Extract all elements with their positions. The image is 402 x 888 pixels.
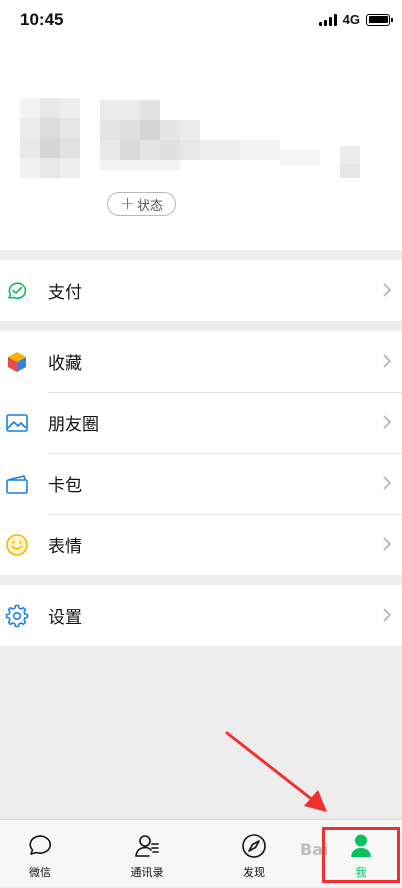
chevron-right-icon <box>383 608 392 622</box>
pay-icon <box>8 282 27 299</box>
menu-item-stickers[interactable]: 表情 <box>0 514 402 575</box>
menu-item-cards[interactable]: 卡包 <box>0 453 402 514</box>
menu-item-favorites[interactable]: 收藏 <box>0 331 402 392</box>
menu-item-pay[interactable]: 支付 <box>0 260 402 321</box>
profile-header[interactable]: + 状态 <box>0 44 402 250</box>
menu-item-label: 表情 <box>48 537 82 557</box>
chevron-right-icon <box>383 283 392 297</box>
nickname-blurred <box>100 100 400 182</box>
menu-item-label: 收藏 <box>48 354 82 374</box>
compass-icon <box>242 834 266 858</box>
network-type: 4G <box>342 12 360 27</box>
menu-item-label: 支付 <box>48 283 82 303</box>
avatar[interactable] <box>20 98 82 180</box>
menu-item-moments[interactable]: 朋友圈 <box>0 392 402 453</box>
chevron-right-icon <box>383 537 392 551</box>
card-wallet-icon <box>6 475 28 494</box>
status-bar: 10:45 4G <box>0 0 402 44</box>
tab-label: 通讯录 <box>130 866 164 879</box>
tab-chats[interactable]: 微信 <box>0 820 80 888</box>
chevron-right-icon <box>383 476 392 490</box>
settings-gear-icon <box>5 604 29 628</box>
signal-icon <box>318 13 337 26</box>
menu-group-main: 收藏 朋友圈 卡包 表情 <box>0 331 402 575</box>
moments-picture-icon <box>6 414 28 432</box>
add-status-label: 状态 <box>137 198 164 214</box>
tab-label: 微信 <box>29 866 51 879</box>
tab-label: 发现 <box>243 866 265 879</box>
status-time: 10:45 <box>20 10 64 29</box>
menu-item-label: 设置 <box>48 608 82 628</box>
battery-icon <box>366 13 393 26</box>
annotation-highlight-box <box>322 827 400 883</box>
menu-group-settings: 设置 <box>0 585 402 646</box>
menu-item-label: 朋友圈 <box>48 415 99 435</box>
menu-item-label: 卡包 <box>48 476 82 496</box>
add-status-button[interactable]: + 状态 <box>107 192 176 216</box>
smiley-icon <box>6 534 28 556</box>
status-indicators: 4G <box>318 12 393 27</box>
chat-bubble-icon <box>29 835 51 855</box>
menu-group-pay: 支付 <box>0 260 402 321</box>
plus-icon: + <box>119 193 136 214</box>
chevron-right-icon <box>383 415 392 429</box>
chevron-right-icon <box>383 354 392 368</box>
tab-contacts[interactable]: 通讯录 <box>107 820 187 888</box>
menu-item-settings[interactable]: 设置 <box>0 585 402 646</box>
watermark-text: Bai <box>300 840 329 859</box>
contacts-icon <box>135 835 159 857</box>
tab-discover[interactable]: 发现 <box>214 820 294 888</box>
favorites-cube-icon <box>8 352 26 372</box>
